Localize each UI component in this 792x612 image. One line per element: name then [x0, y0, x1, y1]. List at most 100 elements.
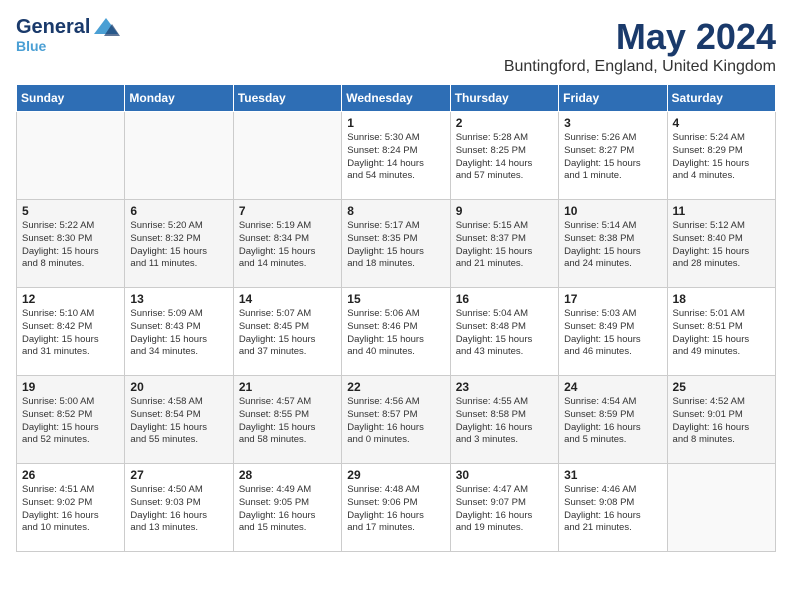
location-label: Buntingford, England, United Kingdom [504, 58, 776, 76]
calendar-cell: 27Sunrise: 4:50 AMSunset: 9:03 PMDayligh… [125, 464, 233, 552]
day-number: 10 [564, 204, 661, 218]
day-number: 22 [347, 380, 444, 394]
cell-content: Sunrise: 4:46 AMSunset: 9:08 PMDaylight:… [564, 484, 661, 535]
week-row-3: 12 Sunrise: 5:10 AMSunset: 8:42 PMDayligh… [17, 288, 776, 376]
calendar-cell: 4Sunrise: 5:24 AMSunset: 8:29 PMDaylight… [667, 112, 775, 200]
calendar-cell: 16 Sunrise: 5:04 AMSunset: 8:48 PMDayligh… [450, 288, 558, 376]
header-saturday: Saturday [667, 85, 775, 112]
day-number: 21 [239, 380, 336, 394]
header-tuesday: Tuesday [233, 85, 341, 112]
header-friday: Friday [559, 85, 667, 112]
day-number: 26 [22, 468, 119, 482]
calendar-cell: 3 Sunrise: 5:26 AMSunset: 8:27 PMDaylight… [559, 112, 667, 200]
cell-content: Sunrise: 5:14 AMSunset: 8:38 PMDaylight:… [564, 220, 661, 271]
cell-content: Sunrise: 4:54 AMSunset: 8:59 PMDaylight:… [564, 396, 661, 447]
title-block: May 2024 Buntingford, England, United Ki… [504, 16, 776, 76]
cell-content: Sunrise: 5:20 AMSunset: 8:32 PMDaylight:… [130, 220, 227, 271]
calendar-cell: 28 Sunrise: 4:49 AMSunset: 9:05 PMDayligh… [233, 464, 341, 552]
calendar-cell: 21 Sunrise: 4:57 AMSunset: 8:55 PMDayligh… [233, 376, 341, 464]
page-header: General Blue May 2024 Buntingford, Engla… [16, 16, 776, 76]
calendar-cell: 20Sunrise: 4:58 AMSunset: 8:54 PMDayligh… [125, 376, 233, 464]
day-number: 16 [456, 292, 553, 306]
cell-content: Sunrise: 5:04 AMSunset: 8:48 PMDaylight:… [456, 308, 553, 359]
header-monday: Monday [125, 85, 233, 112]
logo-blue: Blue [16, 38, 46, 54]
day-number: 25 [673, 380, 770, 394]
calendar-cell: 25Sunrise: 4:52 AMSunset: 9:01 PMDayligh… [667, 376, 775, 464]
calendar-cell: 13Sunrise: 5:09 AMSunset: 8:43 PMDayligh… [125, 288, 233, 376]
day-number: 7 [239, 204, 336, 218]
calendar-cell: 5Sunrise: 5:22 AMSunset: 8:30 PMDaylight… [17, 200, 125, 288]
calendar-cell: 18 Sunrise: 5:01 AMSunset: 8:51 PMDayligh… [667, 288, 775, 376]
day-number: 4 [673, 116, 770, 130]
day-number: 1 [347, 116, 444, 130]
calendar-cell: 1Sunrise: 5:30 AMSunset: 8:24 PMDaylight… [342, 112, 450, 200]
day-number: 18 [673, 292, 770, 306]
day-number: 6 [130, 204, 227, 218]
day-number: 28 [239, 468, 336, 482]
day-number: 17 [564, 292, 661, 306]
cell-content: Sunrise: 4:51 AMSunset: 9:02 PMDaylight:… [22, 484, 119, 535]
day-number: 12 [22, 292, 119, 306]
cell-content: Sunrise: 4:56 AMSunset: 8:57 PMDaylight:… [347, 396, 444, 447]
calendar-cell: 22 Sunrise: 4:56 AMSunset: 8:57 PMDayligh… [342, 376, 450, 464]
calendar-cell: 6 Sunrise: 5:20 AMSunset: 8:32 PMDaylight… [125, 200, 233, 288]
calendar-cell: 23 Sunrise: 4:55 AMSunset: 8:58 PMDayligh… [450, 376, 558, 464]
calendar-cell: 29Sunrise: 4:48 AMSunset: 9:06 PMDayligh… [342, 464, 450, 552]
cell-content: Sunrise: 5:10 AMSunset: 8:42 PMDaylight:… [22, 308, 119, 359]
cell-content: Sunrise: 4:57 AMSunset: 8:55 PMDaylight:… [239, 396, 336, 447]
day-number: 3 [564, 116, 661, 130]
cell-content: Sunrise: 4:55 AMSunset: 8:58 PMDaylight:… [456, 396, 553, 447]
cell-content: Sunrise: 5:00 AMSunset: 8:52 PMDaylight:… [22, 396, 119, 447]
week-row-4: 19 Sunrise: 5:00 AMSunset: 8:52 PMDayligh… [17, 376, 776, 464]
calendar-cell [17, 112, 125, 200]
calendar-cell: 24 Sunrise: 4:54 AMSunset: 8:59 PMDayligh… [559, 376, 667, 464]
day-number: 14 [239, 292, 336, 306]
cell-content: Sunrise: 5:01 AMSunset: 8:51 PMDaylight:… [673, 308, 770, 359]
cell-content: Sunrise: 5:12 AMSunset: 8:40 PMDaylight:… [673, 220, 770, 271]
cell-content: Sunrise: 4:47 AMSunset: 9:07 PMDaylight:… [456, 484, 553, 535]
header-thursday: Thursday [450, 85, 558, 112]
calendar-cell: 12 Sunrise: 5:10 AMSunset: 8:42 PMDayligh… [17, 288, 125, 376]
cell-content: Sunrise: 5:15 AMSunset: 8:37 PMDaylight:… [456, 220, 553, 271]
logo-icon [92, 16, 120, 38]
cell-content: Sunrise: 5:26 AMSunset: 8:27 PMDaylight:… [564, 132, 661, 183]
week-row-2: 5Sunrise: 5:22 AMSunset: 8:30 PMDaylight… [17, 200, 776, 288]
day-number: 23 [456, 380, 553, 394]
day-number: 15 [347, 292, 444, 306]
week-row-1: 1Sunrise: 5:30 AMSunset: 8:24 PMDaylight… [17, 112, 776, 200]
week-row-5: 26 Sunrise: 4:51 AMSunset: 9:02 PMDayligh… [17, 464, 776, 552]
calendar-cell: 15 Sunrise: 5:06 AMSunset: 8:46 PMDayligh… [342, 288, 450, 376]
calendar-cell: 17 Sunrise: 5:03 AMSunset: 8:49 PMDayligh… [559, 288, 667, 376]
logo: General Blue [16, 16, 120, 54]
cell-content: Sunrise: 4:48 AMSunset: 9:06 PMDaylight:… [347, 484, 444, 535]
month-year-title: May 2024 [504, 16, 776, 58]
day-number: 9 [456, 204, 553, 218]
cell-content: Sunrise: 5:06 AMSunset: 8:46 PMDaylight:… [347, 308, 444, 359]
calendar-cell: 2Sunrise: 5:28 AMSunset: 8:25 PMDaylight… [450, 112, 558, 200]
day-number: 30 [456, 468, 553, 482]
day-number: 19 [22, 380, 119, 394]
calendar-cell: 14 Sunrise: 5:07 AMSunset: 8:45 PMDayligh… [233, 288, 341, 376]
calendar-cell: 26 Sunrise: 4:51 AMSunset: 9:02 PMDayligh… [17, 464, 125, 552]
calendar-cell: 8Sunrise: 5:17 AMSunset: 8:35 PMDaylight… [342, 200, 450, 288]
calendar-cell: 11 Sunrise: 5:12 AMSunset: 8:40 PMDayligh… [667, 200, 775, 288]
day-number: 27 [130, 468, 227, 482]
calendar-cell: 10 Sunrise: 5:14 AMSunset: 8:38 PMDayligh… [559, 200, 667, 288]
calendar-cell [125, 112, 233, 200]
calendar-cell: 30 Sunrise: 4:47 AMSunset: 9:07 PMDayligh… [450, 464, 558, 552]
day-number: 11 [673, 204, 770, 218]
cell-content: Sunrise: 5:07 AMSunset: 8:45 PMDaylight:… [239, 308, 336, 359]
calendar-cell: 7 Sunrise: 5:19 AMSunset: 8:34 PMDaylight… [233, 200, 341, 288]
calendar-cell [667, 464, 775, 552]
cell-content: Sunrise: 4:49 AMSunset: 9:05 PMDaylight:… [239, 484, 336, 535]
cell-content: Sunrise: 5:03 AMSunset: 8:49 PMDaylight:… [564, 308, 661, 359]
cell-content: Sunrise: 5:19 AMSunset: 8:34 PMDaylight:… [239, 220, 336, 271]
day-number: 31 [564, 468, 661, 482]
header-wednesday: Wednesday [342, 85, 450, 112]
day-number: 5 [22, 204, 119, 218]
calendar-table: Sunday Monday Tuesday Wednesday Thursday… [16, 84, 776, 552]
day-number: 24 [564, 380, 661, 394]
calendar-cell: 9 Sunrise: 5:15 AMSunset: 8:37 PMDaylight… [450, 200, 558, 288]
day-number: 8 [347, 204, 444, 218]
